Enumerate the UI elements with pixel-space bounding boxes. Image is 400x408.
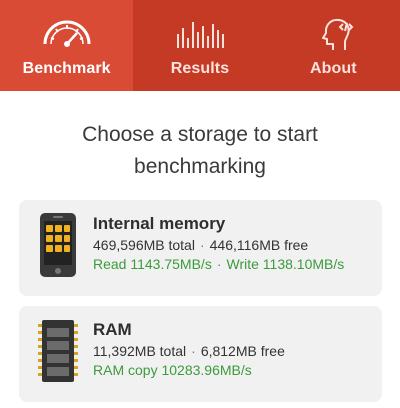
card-title: RAM bbox=[93, 320, 132, 339]
free-size: 446,116MB free bbox=[209, 237, 309, 253]
tab-bar: Benchmark Results About bbox=[0, 0, 400, 91]
capacity-info: 11,392MB total · 6,812MB free bbox=[93, 343, 285, 359]
phone-icon bbox=[40, 213, 76, 277]
speedometer-icon bbox=[43, 20, 91, 47]
write-speed: Write 1138.10MB/s bbox=[226, 256, 345, 272]
ram-chip-icon bbox=[38, 320, 78, 382]
total-size: 469,596MB total bbox=[93, 237, 195, 253]
total-size: 11,392MB total bbox=[93, 343, 187, 359]
capacity-info: 469,596MB total · 446,116MB free bbox=[93, 237, 309, 253]
page-title: Choose a storage to start benchmarking bbox=[82, 123, 318, 178]
storage-card-internal-memory[interactable]: Internal memory 469,596MB total · 446,116M… bbox=[19, 200, 382, 296]
bar-chart-icon bbox=[176, 22, 224, 48]
ram-copy-speed: RAM copy 10283.96MB/s bbox=[93, 362, 252, 378]
read-speed: Read 1143.75MB/s bbox=[93, 256, 212, 272]
head-code-icon bbox=[322, 18, 354, 50]
tab-about-label: About bbox=[309, 60, 357, 77]
free-size: 6,812MB free bbox=[200, 343, 285, 359]
tab-about[interactable]: About bbox=[267, 0, 400, 91]
tab-benchmark-label: Benchmark bbox=[22, 60, 111, 77]
card-title: Internal memory bbox=[93, 214, 226, 233]
tab-results-label: Results bbox=[170, 60, 230, 77]
storage-card-ram[interactable]: RAM 11,392MB total · 6,812MB free RAM copy… bbox=[19, 306, 382, 402]
speed-info: Read 1143.75MB/s · Write 1138.10MB/s bbox=[93, 256, 345, 272]
tab-results[interactable]: Results bbox=[133, 0, 266, 91]
tab-benchmark[interactable]: Benchmark bbox=[0, 0, 134, 91]
